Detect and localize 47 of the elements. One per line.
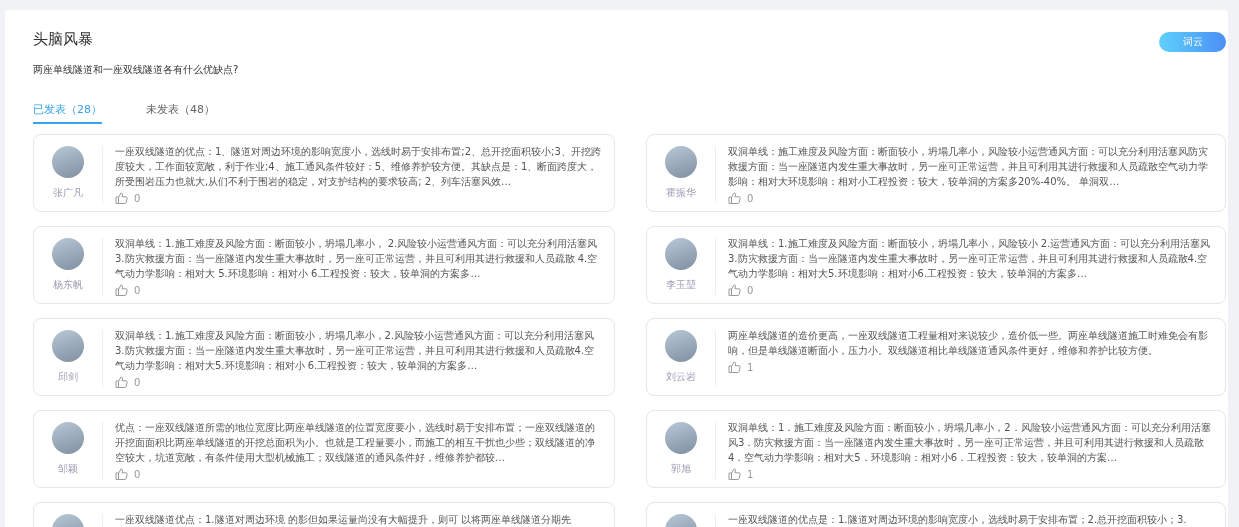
author-name: 霍振华 — [666, 186, 696, 200]
like-count: 0 — [134, 468, 141, 480]
answer-text: 双洞单线：1．施工难度及风险方面：断面较小，坍塌几率小，2．风险较小运营通风方面：可以充分利用活塞风3．防灾救援方面：当一座隧道内发生重大事故时，另一座可正常运营，并且可利用其进行救援和人员疏散4．空气动力学影响：相对大5．环境影响：相对小6．工程投资：较大，较单洞的方案… — [728, 421, 1212, 465]
answer-text: 双洞单线：施工难度及风险方面：断面较小，坍塌几率小，风险较小运营通风方面：可以充分利用活塞风防灾救援方面：当一座隧道内发生重大事故时，另一座可正常运营，并且可利用其进行救援和人员疏散空气动力学影响：相对大环境影响：相对小工程投资：较大，较单洞的方案多20%-40%。 单洞双… — [728, 145, 1209, 189]
answer-text: 一座双线隧道优点：1.隧道对周边环境 的影但如果运量尚没有大幅提升，则可 以将两座单线隧道分期先 — [115, 513, 572, 527]
author-name: 邹颖 — [58, 462, 78, 476]
avatar — [665, 330, 697, 362]
avatar — [52, 422, 84, 454]
thumbs-up-icon[interactable] — [115, 284, 128, 296]
avatar — [52, 238, 84, 270]
word-cloud-button[interactable]: 词云 — [1159, 32, 1226, 52]
author-name: 刘云岩 — [666, 370, 696, 384]
answer-text: 两座单线隧道的造价更高，一座双线隧道工程量相对来说较少，造价低一些。两座单线隧道施工时难免会有影响，但是单线隧道断面小，压力小。双线隧道相比单线隧道通风条件更好，维修和养护比较方便。 — [728, 329, 1209, 358]
answer-text: 双洞单线：1.施工难度及风险方面：断面较小，坍塌几率小，风险较小 2.运营通风方面：可以充分利用活塞风 3.防灾救援方面：当一座隧道内发生重大事故时，另一座可正常运营，并且可利用其进行救援和人员疏散4.空气动力学影响：相对大5.环境影响：相对小6.工程投资：较大，较单洞的方案多… — [728, 237, 1212, 281]
tab[interactable]: 未发表（48） — [146, 103, 215, 124]
answer-text: 一座双线隧道的优点：1、隧道对周边环境的影响宽度小，选线时易于安排布置;2、总开挖面积较小;3、开挖跨度较大，工作面较宽敞，利于作业;4、施工通风条件较好：5、维修养护较方便。其缺点是：1、断面跨度大，所受围岩压力也就大,从们不利于围岩的稳定，对支护结构的要求较高; 2、列车活塞风效… — [115, 145, 602, 189]
question-text: 两座单线隧道和一座双线隧道各有什么优缺点? — [33, 63, 239, 77]
answer-text: 双洞单线：1.施工难度及风险方面：断面较小，坍塌几率小， 2.风险较小运营通风方面：可以充分利用活塞风 3.防灾救援方面：当一座隧道内发生重大事故时，另一座可正常运营，并且可利用其进行救援和人员疏散 4.空气动力学影响：相对大 5.环境影响：相对小 6.工程投资：较大，较单洞的方案多… — [115, 237, 599, 281]
author-name: 杨东帆 — [53, 278, 83, 292]
like-count: 0 — [747, 284, 754, 296]
thumbs-up-icon[interactable] — [115, 468, 128, 480]
author-name: 李玉堃 — [666, 278, 696, 292]
answer-text: 一座双线隧道的优点是：1.隧道对周边环境的影响宽度小，选线时易于安排布置；2.总开挖面积较小；3. — [728, 513, 1188, 527]
answer-text: 优点：一座双线隧道所需的地位宽度比两座单线隧道的位置宽度要小，选线时易于安排布置；一座双线隧道的开挖面面积比两座单线隧道的开挖总面积为小。也就是工程量要小，而施工的相互干扰也少些；双线隧道的净空较大，坑道宽敞，有条件使用大型机械施工；双线隧道的通风条件好，维修养护都较… — [115, 421, 596, 465]
author-name: 郭旭 — [671, 462, 691, 476]
like-count: 0 — [134, 376, 141, 388]
author-name: 张广凡 — [53, 186, 83, 200]
author-name: 邱剑 — [58, 370, 78, 384]
like-count: 0 — [134, 284, 141, 296]
avatar — [665, 238, 697, 270]
avatar — [52, 330, 84, 362]
like-count: 1 — [747, 361, 754, 373]
tab[interactable]: 已发表（28） — [33, 103, 102, 124]
thumbs-up-icon[interactable] — [728, 192, 741, 204]
thumbs-up-icon[interactable] — [728, 468, 741, 480]
avatar — [52, 146, 84, 178]
like-count: 1 — [747, 468, 754, 480]
page-title: 头脑风暴 — [33, 30, 94, 49]
thumbs-up-icon[interactable] — [728, 361, 741, 373]
answer-text: 双洞单线：1.施工难度及风险方面：断面较小，坍塌几率小，2.风险较小运营通风方面：可以充分利用活塞风3.防灾救援方面：当一座隧道内发生重大事故时，另一座可正常运营，并且可利用其进行救援和人员疏散4.空气动力学影响：相对大5.环境影响：相对小 6.工程投资：较大，较单洞的方案多… — [115, 329, 596, 373]
thumbs-up-icon[interactable] — [728, 284, 741, 296]
avatar — [665, 422, 697, 454]
like-count: 0 — [134, 192, 141, 204]
avatar — [665, 146, 697, 178]
thumbs-up-icon[interactable] — [115, 376, 128, 388]
like-count: 0 — [747, 192, 754, 204]
thumbs-up-icon[interactable] — [115, 192, 128, 204]
